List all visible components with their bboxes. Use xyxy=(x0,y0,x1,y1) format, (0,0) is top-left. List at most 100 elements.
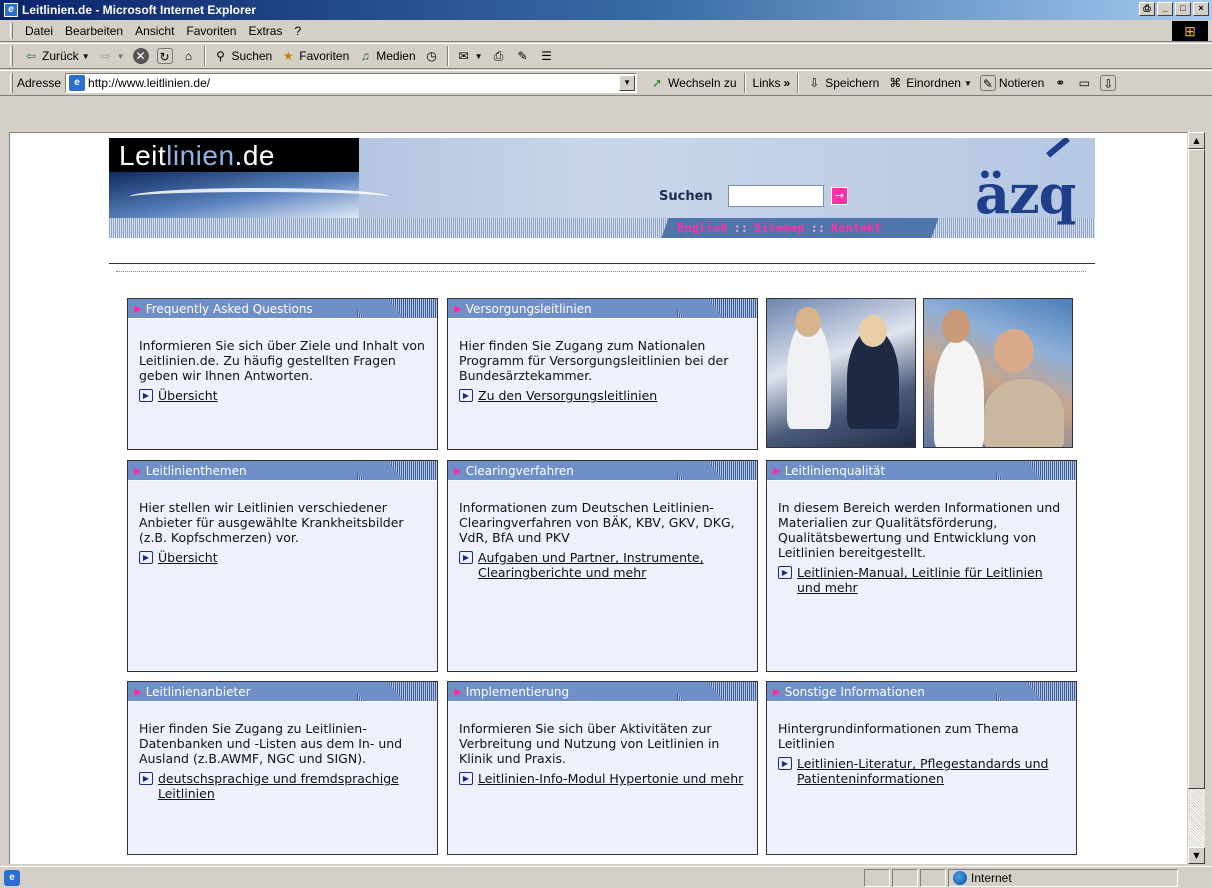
translate-button[interactable]: ⚭ xyxy=(1048,72,1072,94)
notes-label: Notieren xyxy=(998,76,1045,90)
stop-button[interactable]: ✕ xyxy=(129,45,153,67)
box-link[interactable]: ▶ Leitlinien-Info-Modul Hypertonie und me… xyxy=(459,771,745,786)
scroll-thumb[interactable] xyxy=(1188,149,1205,789)
toolbar-grip[interactable] xyxy=(10,73,13,93)
photo-figure xyxy=(795,307,821,337)
box-link-text[interactable]: Aufgaben und Partner, Instrumente, Clear… xyxy=(478,550,745,580)
triangle-right-icon: ▶ xyxy=(773,465,781,477)
nav-separator: :: xyxy=(810,221,826,235)
download-button[interactable]: ⇩ xyxy=(1096,72,1120,94)
folder-button[interactable]: ▭ xyxy=(1072,72,1096,94)
nav-english[interactable]: English xyxy=(677,221,728,235)
menu-extras[interactable]: Extras xyxy=(242,24,288,38)
nav-kontakt[interactable]: Kontakt xyxy=(831,221,882,235)
scroll-up-button[interactable]: ▲ xyxy=(1188,132,1205,149)
box-body: Hier finden Sie Zugang zu Leitlinien-Dat… xyxy=(128,702,437,801)
translate-icon: ⚭ xyxy=(1055,76,1066,90)
box-link-text[interactable]: Übersicht xyxy=(158,550,218,565)
box-link[interactable]: ▶ Übersicht xyxy=(139,550,425,565)
standard-toolbar: ⇦ Zurück ▼ ⇨ ▼ ✕ ↻ ⌂ ⚲ Suchen ★ Favorite… xyxy=(0,43,1212,69)
refresh-button[interactable]: ↻ xyxy=(153,45,177,67)
mail-button[interactable]: ✉ ▼ xyxy=(452,45,487,67)
window-title-bar[interactable]: e Leitlinien.de - Microsoft Internet Exp… xyxy=(0,0,1212,20)
media-button[interactable]: ♫ Medien xyxy=(353,45,419,67)
search-label: Suchen xyxy=(231,49,273,63)
frame-gap xyxy=(0,97,1212,132)
discuss-icon: ☰ xyxy=(541,49,552,63)
box-title[interactable]: ▶ Sonstige Informationen xyxy=(773,685,925,699)
link-arrow-icon: ▶ xyxy=(139,772,153,785)
box-text: Hier stellen wir Leitlinien verschiedene… xyxy=(139,500,404,545)
box-link[interactable]: ▶ Zu den Versorgungsleitlinien xyxy=(459,388,745,403)
site-logo[interactable]: Leitlinien.de xyxy=(119,140,275,172)
status-cell xyxy=(864,868,890,887)
link-arrow-icon: ▶ xyxy=(459,772,473,785)
menu-datei[interactable]: Datei xyxy=(19,24,59,38)
history-button[interactable]: ◷ xyxy=(420,45,444,67)
logo-light: linien xyxy=(166,140,235,171)
minimize-button[interactable]: _ xyxy=(1157,2,1173,16)
box-title[interactable]: ▶ Versorgungsleitlinien xyxy=(454,302,592,316)
photo-doctors-meeting xyxy=(766,298,916,448)
vertical-scrollbar[interactable]: ▲ ▼ xyxy=(1188,132,1205,864)
toolbar-grip[interactable] xyxy=(10,22,13,39)
address-dropdown-button[interactable]: ▼ xyxy=(619,75,636,91)
toolbar-grip[interactable] xyxy=(10,46,13,66)
zone-label: Internet xyxy=(971,870,1012,885)
close-button[interactable]: × xyxy=(1193,2,1209,16)
notes-button[interactable]: ✎ Notieren xyxy=(976,72,1048,94)
header-stripe xyxy=(109,218,1095,238)
maximize-button[interactable]: □ xyxy=(1175,2,1191,16)
box-title[interactable]: ▶ Implementierung xyxy=(454,685,569,699)
box-title[interactable]: ▶ Leitlinienthemen xyxy=(134,464,247,478)
back-button[interactable]: ⇦ Zurück ▼ xyxy=(19,45,94,67)
home-button[interactable]: ⌂ xyxy=(177,45,201,67)
box-title[interactable]: ▶ Leitlinienqualität xyxy=(773,464,885,478)
box-text: Informieren Sie sich über Ziele und Inha… xyxy=(139,338,425,383)
box-link[interactable]: ▶ deutschsprachige und fremdsprachige Lei… xyxy=(139,771,425,801)
box-title[interactable]: ▶ Clearingverfahren xyxy=(454,464,574,478)
menu-ansicht[interactable]: Ansicht xyxy=(129,24,180,38)
box-link-text[interactable]: Leitlinien-Info-Modul Hypertonie und meh… xyxy=(478,771,743,786)
box-link-text[interactable]: Leitlinien-Manual, Leitlinie für Leitlin… xyxy=(797,565,1064,595)
go-button[interactable]: ➚ Wechseln zu xyxy=(645,72,740,94)
box-link-text[interactable]: Übersicht xyxy=(158,388,218,403)
forward-button[interactable]: ⇨ ▼ xyxy=(94,45,129,67)
search-button[interactable]: ⚲ Suchen xyxy=(209,45,277,67)
nav-sitemap[interactable]: Sitemap xyxy=(754,221,805,235)
print-button[interactable]: ⎙ xyxy=(487,45,511,67)
box-title[interactable]: ▶ Frequently Asked Questions xyxy=(134,302,313,316)
site-search-input[interactable] xyxy=(728,185,824,207)
scroll-down-button[interactable]: ▼ xyxy=(1188,847,1205,864)
address-input[interactable]: e http://www.leitlinien.de/ ▼ xyxy=(65,73,638,93)
box-text: Hier finden Sie Zugang zu Leitlinien-Dat… xyxy=(139,721,403,766)
logo-dark: Leit xyxy=(119,140,167,171)
azq-logo[interactable]: äzq xyxy=(975,162,1076,226)
favorites-button[interactable]: ★ Favoriten xyxy=(276,45,353,67)
favorites-label: Favoriten xyxy=(299,49,350,63)
menu-help[interactable]: ? xyxy=(288,24,307,38)
site-search-go-button[interactable]: → xyxy=(831,187,848,205)
page-viewport: Leitlinien.de English:: Sitemap:: Kontakt … xyxy=(9,132,1187,864)
links-label: Links xyxy=(752,76,781,90)
box-link[interactable]: ▶ Aufgaben und Partner, Instrumente, Clea… xyxy=(459,550,745,580)
box-link-text[interactable]: Leitlinien-Literatur, Pflegestandards un… xyxy=(797,756,1064,786)
box-link-text[interactable]: Zu den Versorgungsleitlinien xyxy=(478,388,657,403)
triangle-right-icon: ▶ xyxy=(134,303,142,315)
box-link-text[interactable]: deutschsprachige und fremdsprachige Leit… xyxy=(158,771,425,801)
discuss-button[interactable]: ☰ xyxy=(535,45,559,67)
edit-button[interactable]: ✎ xyxy=(511,45,535,67)
box-body: In diesem Bereich werden Informationen u… xyxy=(767,481,1076,595)
box-link[interactable]: ▶ Leitlinien-Literatur, Pflegestandards u… xyxy=(778,756,1064,786)
print-preview-icon[interactable]: ⎙ xyxy=(1139,2,1155,16)
organize-button[interactable]: ⌘ Einordnen ▼ xyxy=(883,72,976,94)
box-sonstige-informationen: ▶ Sonstige Informationen Hintergrundinfor… xyxy=(766,681,1077,855)
box-header: ▶ Versorgungsleitlinien xyxy=(448,299,757,319)
box-link[interactable]: ▶ Leitlinien-Manual, Leitlinie für Leitli… xyxy=(778,565,1064,595)
save-button[interactable]: ⇩ Speichern xyxy=(802,72,883,94)
links-button[interactable]: Links » xyxy=(749,72,795,94)
box-link[interactable]: ▶ Übersicht xyxy=(139,388,425,403)
menu-bearbeiten[interactable]: Bearbeiten xyxy=(59,24,129,38)
box-title[interactable]: ▶ Leitlinienanbieter xyxy=(134,685,251,699)
menu-favoriten[interactable]: Favoriten xyxy=(180,24,242,38)
